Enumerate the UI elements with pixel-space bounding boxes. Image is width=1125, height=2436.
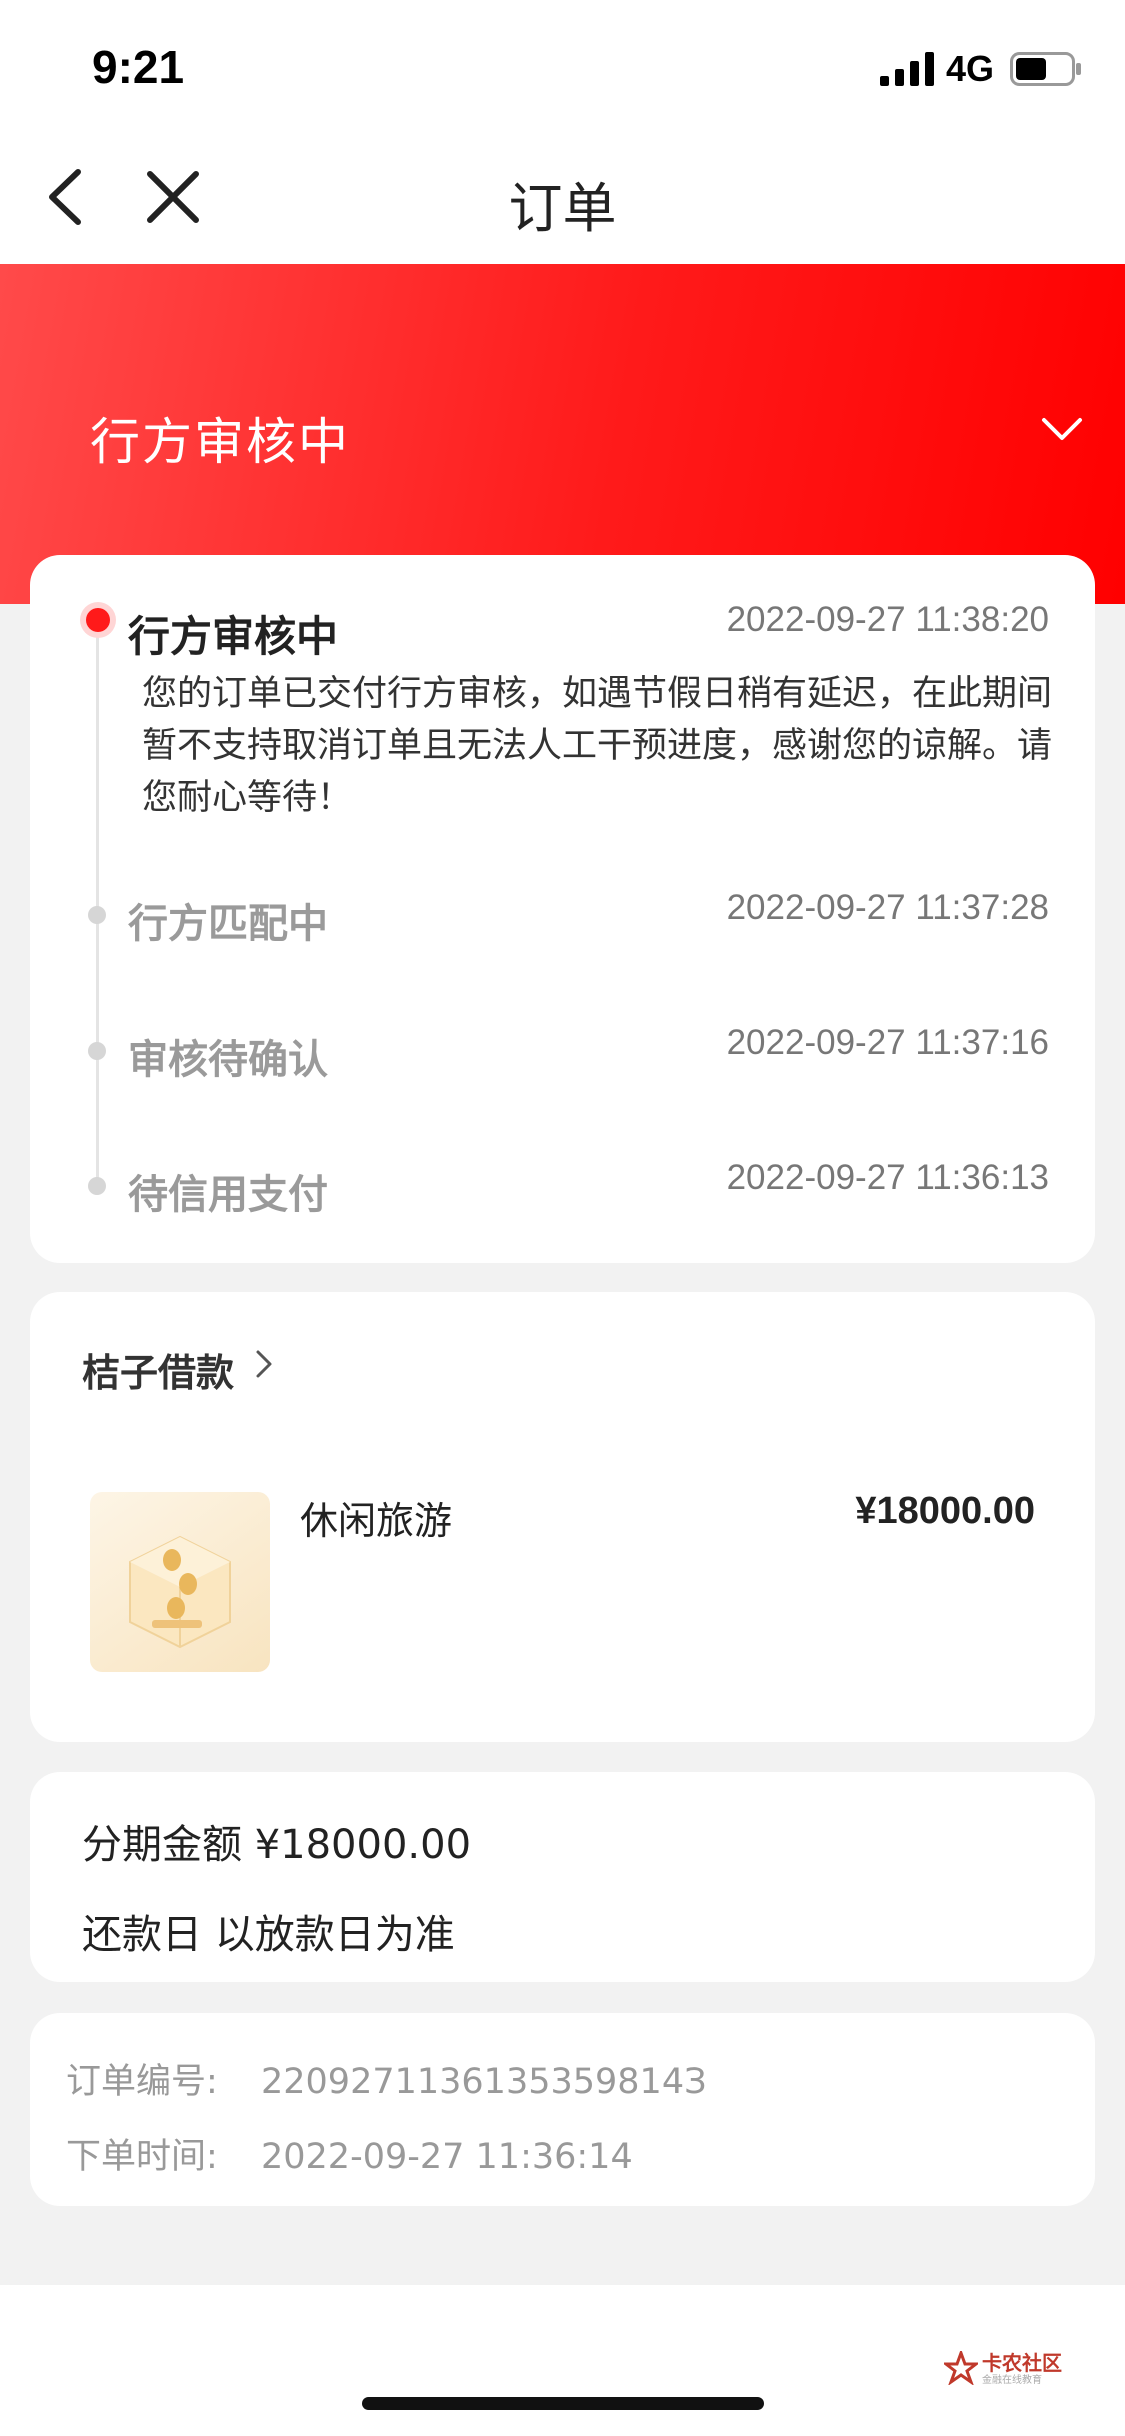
- network-type: 4G: [946, 48, 995, 89]
- timeline-step-time: 2022-09-27 11:38:20: [726, 600, 1049, 639]
- timeline-step-time: 2022-09-27 11:37:28: [726, 888, 1049, 927]
- signal-icon: [880, 52, 934, 86]
- repayment-date: 还款日 以放款日为准: [82, 1912, 455, 1958]
- watermark-subtitle: 金融在线教育: [982, 2375, 1042, 2386]
- timeline-step-title: 行方匹配中: [128, 901, 328, 947]
- order-time-label: 下单时间:: [66, 2137, 218, 2177]
- product-image[interactable]: [90, 1492, 270, 1672]
- order-number-value: 2209271136135359814З: [261, 2062, 707, 2102]
- timeline-step-time: 2022-09-27 11:37:16: [726, 1023, 1049, 1062]
- chevron-down-icon[interactable]: [1040, 414, 1084, 444]
- chevron-right-icon[interactable]: [252, 1344, 278, 1384]
- timeline-dot: [88, 1177, 106, 1195]
- timeline-step-description: 您的订单已交付行方审核，如遇节假日稍有延迟，在此期间暂不支持取消订单且无法人工干…: [142, 674, 1053, 818]
- timeline-dot: [88, 906, 106, 924]
- status-bar: 9:21 4G: [0, 0, 1125, 134]
- order-time-value: 2022-09-27 11:36:14: [261, 2137, 633, 2177]
- product-price: ¥18000.00: [855, 1490, 1035, 1532]
- product-card: 桔子借款 休闲旅游 ¥18000.00: [30, 1292, 1095, 1742]
- timeline-step-title: 待信用支付: [128, 1172, 328, 1218]
- status-time: 9:21: [92, 41, 185, 93]
- order-number-label: 订单编号:: [66, 2062, 218, 2102]
- order-page: 9:21 4G 订单 行方审核中 行方审核中 2022-09-27 11:38:…: [0, 0, 1125, 2436]
- page-title: 订单: [508, 177, 617, 240]
- order-time-row: 下单时间: 2022-09-27 11:36:14: [66, 2128, 633, 2179]
- watermark: 卡农社区 金融在线教育: [944, 2347, 1074, 2391]
- nav-bar: 订单: [0, 134, 1125, 264]
- timeline-active-dot: [80, 602, 116, 638]
- timeline-step-title: 审核待确认: [128, 1037, 328, 1083]
- installment-amount: 分期金额 ¥18000.00: [82, 1822, 472, 1868]
- coin-box-icon: [129, 1535, 231, 1649]
- merchant-name[interactable]: 桔子借款: [82, 1342, 234, 1397]
- installment-card: 分期金额 ¥18000.00 还款日 以放款日为准: [30, 1772, 1095, 1982]
- timeline-step-title: 行方审核中: [128, 612, 339, 661]
- home-indicator[interactable]: [362, 2397, 764, 2410]
- watermark-logo-icon: [944, 2351, 978, 2385]
- header-status-title: 行方审核中: [90, 413, 350, 471]
- status-header[interactable]: 行方审核中: [0, 264, 1125, 604]
- order-number-row: 订单编号: 2209271136135359814З: [66, 2053, 707, 2104]
- product-name: 休闲旅游: [300, 1499, 453, 1543]
- timeline-step-time: 2022-09-27 11:36:13: [726, 1158, 1049, 1197]
- battery-icon: [1010, 52, 1081, 86]
- order-info-card: 订单编号: 2209271136135359814З 下单时间: 2022-09-2…: [30, 2013, 1095, 2206]
- progress-timeline-card: 行方审核中 2022-09-27 11:38:20 您的订单已交付行方审核，如遇…: [30, 555, 1095, 1263]
- timeline-dot: [88, 1042, 106, 1060]
